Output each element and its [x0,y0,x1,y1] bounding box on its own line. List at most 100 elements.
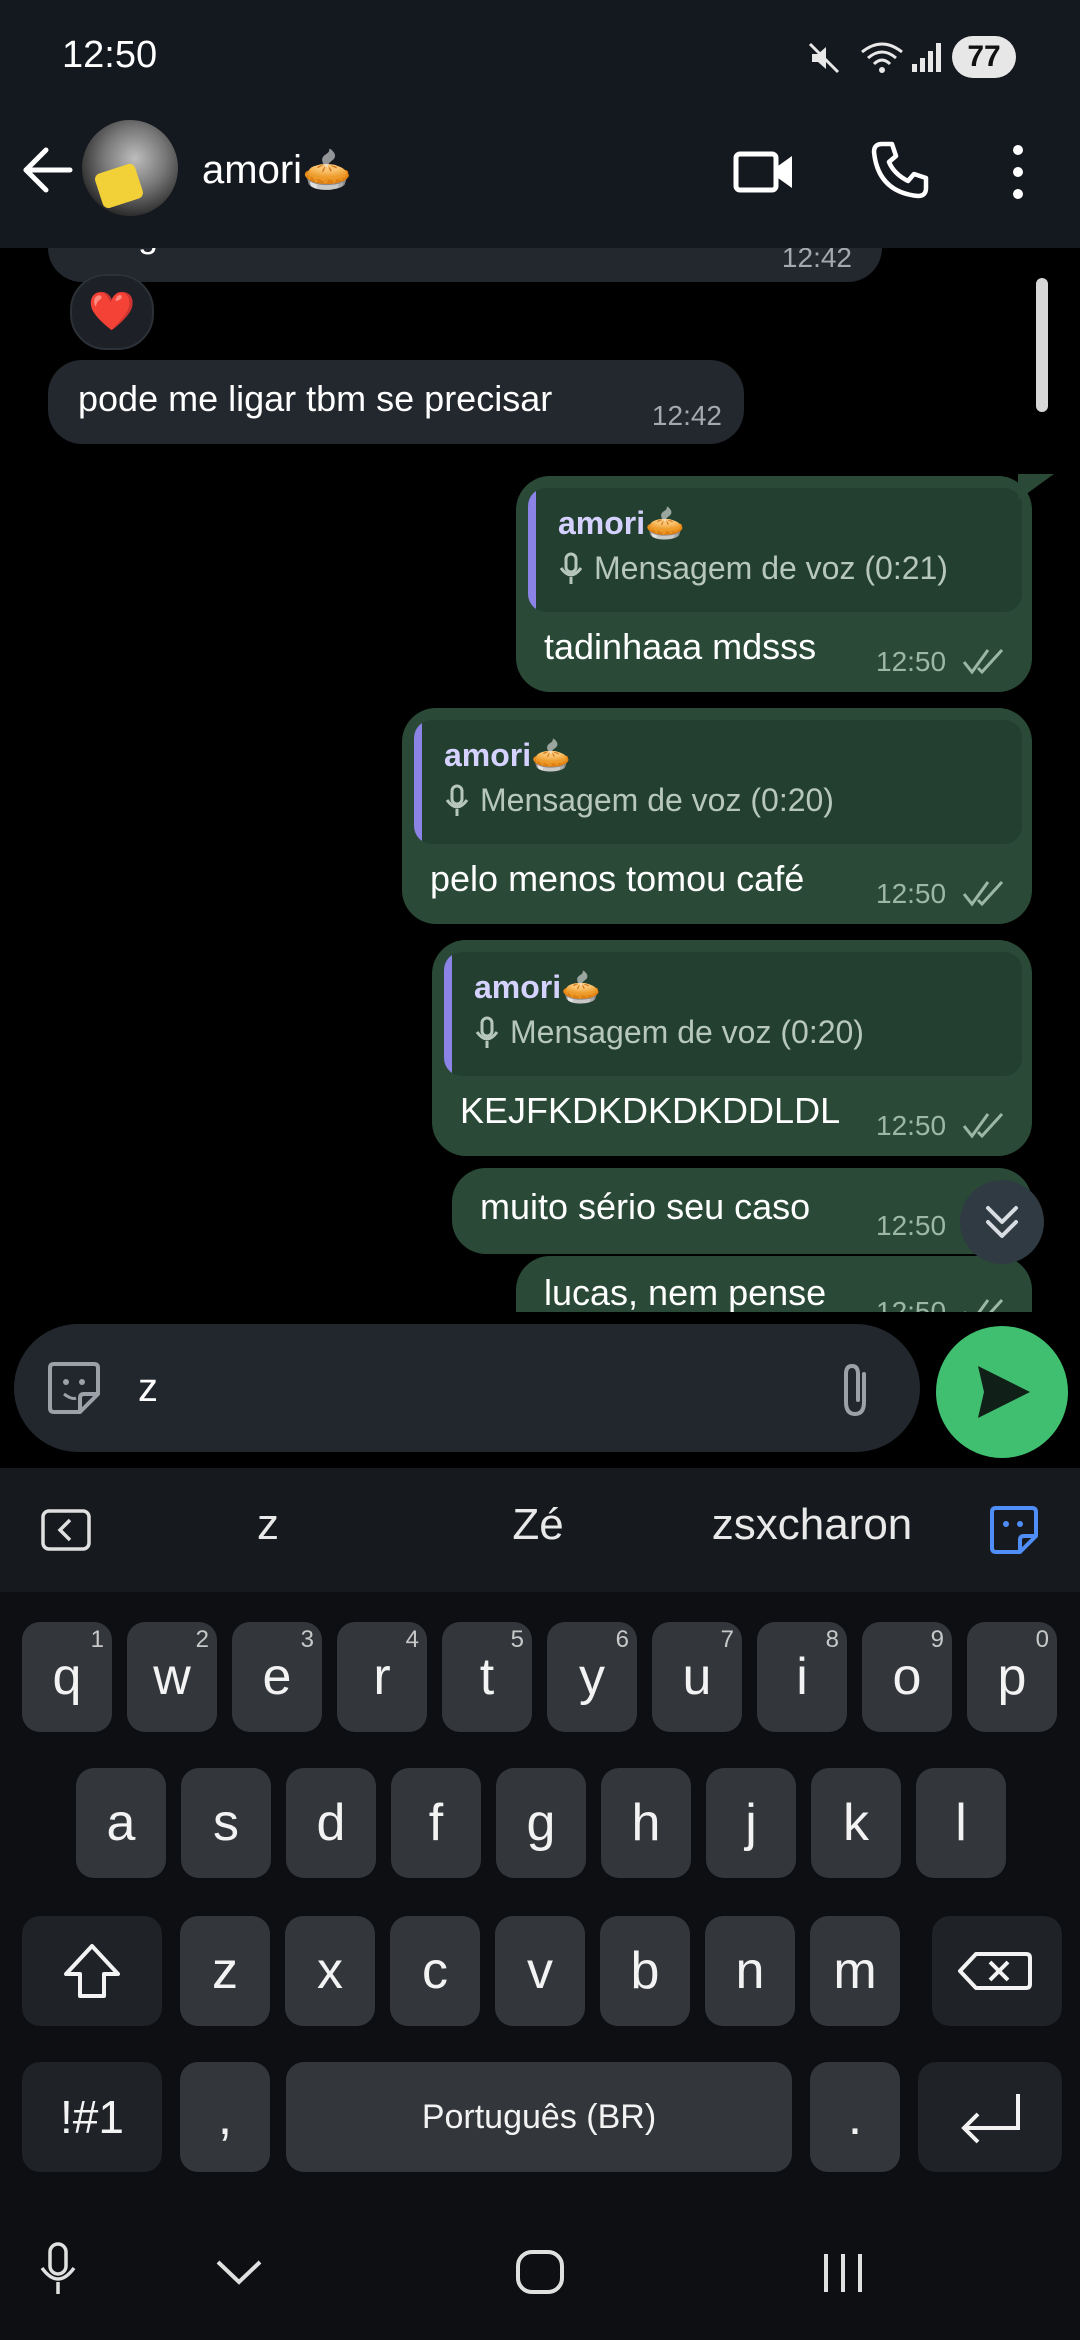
key-m[interactable]: m [810,1916,900,2026]
suggestion-item[interactable]: Zé [488,1500,588,1550]
reply-sender: amori🥧 [474,969,601,1005]
chat-title[interactable]: amori🥧 [202,146,352,193]
backspace-key[interactable] [932,1916,1062,2026]
key-s[interactable]: s [181,1768,271,1878]
scrollbar[interactable] [1036,278,1048,412]
read-ticks-icon [962,648,1004,675]
sticker-icon[interactable] [44,1358,104,1418]
reply-bar [414,720,422,844]
send-button[interactable] [936,1326,1068,1458]
key-number-hint: 7 [720,1626,734,1653]
key-r[interactable]: r4 [337,1622,427,1732]
key-q[interactable]: q1 [22,1622,112,1732]
key-o[interactable]: o9 [862,1622,952,1732]
microphone-icon [445,784,469,816]
message-time: 12:50 [876,878,947,909]
message-text: tadinhaaa mdsss [544,626,817,667]
shift-icon [64,1944,120,1998]
key-u[interactable]: u7 [652,1622,742,1732]
scroll-to-bottom-button[interactable] [960,1180,1044,1264]
incoming-message-bubble[interactable]: obrigada meu bem 12:42 [48,248,882,282]
reaction-heart[interactable]: ❤️ [70,274,154,350]
hide-keyboard-icon[interactable] [214,2256,264,2286]
key-number-hint: 5 [510,1626,524,1653]
key-g[interactable]: g [496,1768,586,1878]
more-options-icon[interactable] [1000,138,1036,206]
suggestion-item[interactable]: z [228,1500,308,1550]
read-ticks-icon [962,1112,1004,1139]
message-time: 12:42 [781,248,852,273]
key-label: d [316,1794,346,1852]
key-number-hint: 2 [195,1626,209,1653]
phone-call-icon[interactable] [868,138,932,202]
key-v[interactable]: v [495,1916,585,2026]
keyboard-back-icon[interactable] [40,1508,92,1552]
key-e[interactable]: e3 [232,1622,322,1732]
outgoing-message-bubble[interactable]: lucas, nem pense 12:50 [516,1256,1032,1312]
key-label: w [153,1648,191,1706]
outgoing-message-bubble[interactable]: amori🥧 Mensagem de voz (0:21) tadinhaaa … [516,476,1032,692]
reply-preview[interactable]: amori🥧 Mensagem de voz (0:20) [444,952,1022,1076]
outgoing-message-bubble[interactable]: muito sério seu caso 12:50 [452,1168,1032,1254]
reply-bar [444,952,452,1076]
key-j[interactable]: j [706,1768,796,1878]
shift-key[interactable] [22,1916,162,2026]
key-z[interactable]: z [180,1916,270,2026]
space-key[interactable]: Português (BR) [286,2062,792,2172]
message-time: 12:50 [876,1296,947,1312]
suggestion-item[interactable]: zsxcharon [680,1500,944,1550]
key-label: o [892,1648,922,1706]
key-t[interactable]: t5 [442,1622,532,1732]
key-label: s [213,1794,239,1852]
key-p[interactable]: p0 [967,1622,1057,1732]
battery-indicator: 77 [952,36,1016,78]
key-x[interactable]: x [285,1916,375,2026]
key-n[interactable]: n [705,1916,795,2026]
key-label: t [479,1648,495,1706]
outgoing-message-bubble[interactable]: amori🥧 Mensagem de voz (0:20) pelo menos… [402,708,1032,924]
key-label: e [262,1648,292,1706]
comma-key[interactable]: , [180,2062,270,2172]
backspace-icon [958,1952,1032,1990]
symbols-key[interactable]: !#1 [22,2062,162,2172]
signal-icon [912,43,941,72]
message-list[interactable]: obrigada meu bem 12:42 ❤️ pode me ligar … [0,248,1080,1312]
key-f[interactable]: f [391,1768,481,1878]
reply-voice-text: Mensagem de voz (0:20) [480,782,834,818]
key-w[interactable]: w2 [127,1622,217,1732]
key-number-hint: 3 [300,1626,314,1653]
message-input-value[interactable]: z [138,1366,158,1411]
message-text: pode me ligar tbm se precisar [78,378,553,419]
mute-icon [808,42,840,74]
outgoing-message-bubble[interactable]: amori🥧 Mensagem de voz (0:20) KEJFKDKDKD… [432,940,1032,1156]
message-time: 12:50 [876,1210,947,1241]
period-key[interactable]: . [810,2062,900,2172]
key-label: i [796,1648,808,1706]
key-i[interactable]: i8 [757,1622,847,1732]
key-d[interactable]: d [286,1768,376,1878]
home-icon[interactable] [514,2248,566,2296]
enter-key[interactable] [918,2062,1062,2172]
message-text: muito sério seu caso [480,1186,811,1227]
keyboard-sticker-icon[interactable] [988,1504,1040,1556]
key-label: g [526,1794,556,1852]
key-h[interactable]: h [601,1768,691,1878]
key-k[interactable]: k [811,1768,901,1878]
key-a[interactable]: a [76,1768,166,1878]
key-label: l [955,1794,967,1852]
key-label: u [682,1648,712,1706]
voice-input-icon[interactable] [36,2240,80,2300]
message-time: 12:50 [876,1110,947,1141]
paperclip-icon[interactable] [830,1360,880,1420]
back-arrow-icon[interactable] [18,140,78,200]
key-y[interactable]: y6 [547,1622,637,1732]
key-c[interactable]: c [390,1916,480,2026]
key-b[interactable]: b [600,1916,690,2026]
key-label: y [579,1648,605,1706]
video-call-icon[interactable] [732,140,796,204]
key-l[interactable]: l [916,1768,1006,1878]
incoming-message-bubble[interactable]: pode me ligar tbm se precisar 12:42 [48,360,744,444]
recent-apps-icon[interactable] [820,2250,866,2296]
reply-preview[interactable]: amori🥧 Mensagem de voz (0:21) [528,488,1022,612]
reply-preview[interactable]: amori🥧 Mensagem de voz (0:20) [414,720,1022,844]
